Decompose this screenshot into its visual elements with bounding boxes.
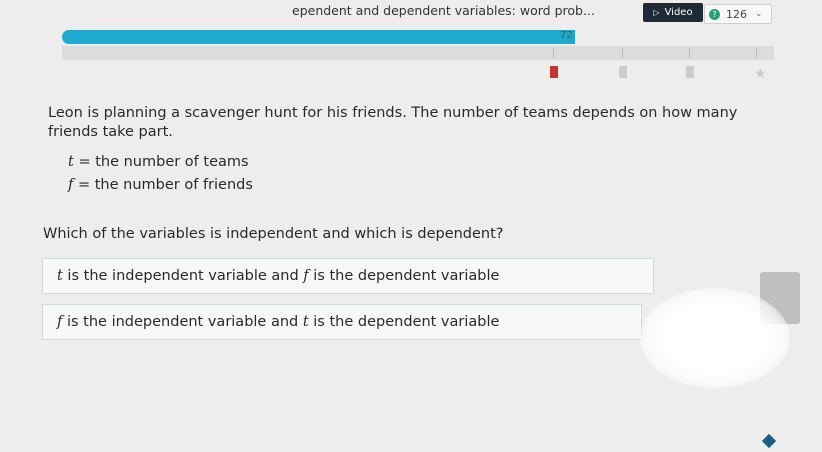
progress-score: 72 <box>560 30 573 41</box>
variable-symbol: f <box>68 177 74 193</box>
level-marker <box>686 66 694 78</box>
choice-text: is the dependent variable <box>308 268 500 284</box>
diamond-icon <box>761 433 777 449</box>
level-marker-current <box>550 66 558 78</box>
variable-definition: t = the number of teams <box>68 154 249 170</box>
question-prompt: Which of the variables is independent an… <box>43 226 504 242</box>
choice-text: is the independent variable and <box>62 314 303 330</box>
progress-tick <box>756 48 757 58</box>
app-root: ependent and dependent variables: word p… <box>0 0 822 452</box>
choice-text: is the independent variable and <box>62 268 304 284</box>
variable-description: the number of teams <box>95 154 249 170</box>
star-icon: ★ <box>754 66 767 82</box>
level-marker <box>619 66 627 78</box>
progress-bar-fill <box>62 30 575 44</box>
progress-tick <box>553 48 554 58</box>
variable-definition: f = the number of friends <box>68 177 253 193</box>
variable-description: the number of friends <box>94 177 253 193</box>
chevron-down-icon: ⌄ <box>755 9 763 19</box>
video-button[interactable]: ▷ Video <box>643 3 703 22</box>
answer-choice-2[interactable]: f is the independent variable and t is t… <box>42 304 642 340</box>
progress-tick <box>689 48 690 58</box>
points-icon: ? <box>709 8 720 20</box>
points-dropdown[interactable]: ? 126 ⌄ <box>704 4 772 24</box>
question-text: Leon is planning a scavenger hunt for hi… <box>48 105 738 140</box>
progress-track <box>62 46 774 60</box>
equals-sign: = <box>78 154 91 170</box>
exercise-title: ependent and dependent variables: word p… <box>292 3 595 18</box>
answer-choice-1[interactable]: t is the independent variable and f is t… <box>42 258 654 294</box>
points-value: 126 <box>726 7 747 21</box>
play-icon: ▷ <box>653 8 660 17</box>
progress-tick <box>622 48 623 58</box>
screen-glare <box>640 288 790 388</box>
equals-sign: = <box>77 177 91 193</box>
video-label: Video <box>664 7 693 18</box>
choice-text: is the dependent variable <box>308 314 500 330</box>
variable-symbol: t <box>68 154 74 170</box>
